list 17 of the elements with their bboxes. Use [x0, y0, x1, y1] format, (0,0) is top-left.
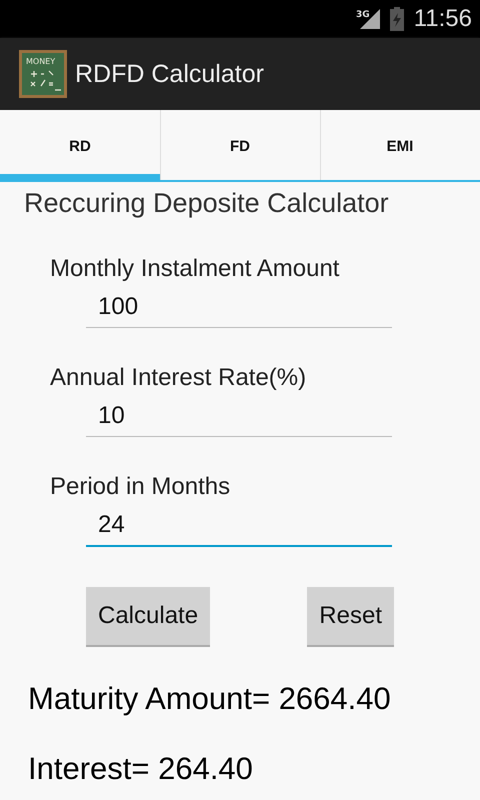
field-label: Period in Months	[50, 473, 232, 501]
clock: 11:56	[414, 5, 472, 33]
tab[interactable]: EMI	[320, 110, 480, 182]
action-button[interactable]: Calculate	[86, 587, 210, 647]
field-label: Annual Interest Rate(%)	[50, 364, 308, 392]
section-heading: Reccuring Deposite Calculator	[24, 188, 390, 219]
action-button[interactable]: Reset	[307, 587, 394, 647]
battery-icon	[390, 7, 404, 31]
input-field[interactable]: 100	[86, 283, 392, 328]
result-text: Interest= 264.40	[28, 751, 254, 787]
result-text: Maturity Amount= 2664.40	[28, 681, 392, 717]
input-field[interactable]: 10	[86, 392, 392, 437]
input-field[interactable]: 24	[86, 501, 392, 547]
app-title: RDFD Calculator	[75, 60, 264, 88]
tab[interactable]: FD	[160, 110, 320, 182]
field-label: Monthly Instalment Amount	[50, 255, 340, 283]
chalkboard-icon: MONEY	[19, 50, 67, 98]
